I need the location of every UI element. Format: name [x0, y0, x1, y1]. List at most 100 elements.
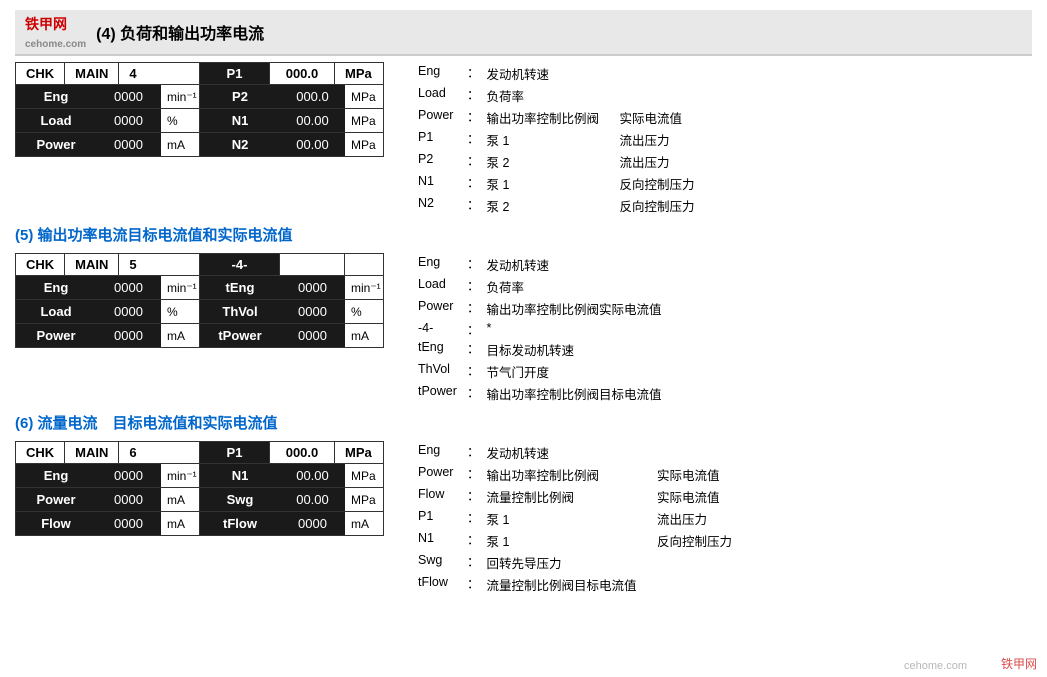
- legend6-key: N1: [414, 529, 464, 551]
- legend6-key: Flow: [414, 485, 464, 507]
- legend5-key: tPower: [414, 382, 464, 404]
- section5-title: (5) 输出功率电流目标电流值和实际电流值: [15, 224, 1032, 245]
- section6-legend: Eng：发动机转速 Power：输出功率控制比例阀 实际电流值 Flow：流量控…: [414, 441, 736, 595]
- chk6-label: CHK: [16, 442, 65, 463]
- eng5-value: 0000: [96, 276, 161, 299]
- page-title: (4) 负荷和输出功率电流: [96, 20, 264, 44]
- n2-unit: MPa: [345, 134, 383, 156]
- num-label: 4: [119, 63, 146, 84]
- legend6-key: Eng: [414, 441, 464, 463]
- tpower5-value: 0000: [280, 324, 345, 347]
- num6-label: 6: [119, 442, 146, 463]
- thvol5-unit: %: [345, 301, 383, 323]
- section6-title: (6) 流量电流 目标电流值和实际电流值: [15, 412, 1032, 433]
- eng6-value: 0000: [96, 464, 161, 487]
- load5-value: 0000: [96, 300, 161, 323]
- dash4-unit-header: [345, 254, 365, 275]
- p1-6-unit-header: MPa: [335, 442, 382, 463]
- n1-unit: MPa: [345, 110, 383, 132]
- teng5-label: tEng: [200, 276, 280, 299]
- flow6-value: 0000: [96, 512, 161, 535]
- load5-label: Load: [16, 300, 96, 323]
- legend5-key: Power: [414, 297, 464, 319]
- dash4-val-header: [280, 254, 345, 275]
- thvol5-value: 0000: [280, 300, 345, 323]
- thvol5-label: ThVol: [200, 300, 280, 323]
- chk-label: CHK: [16, 63, 65, 84]
- legend-key: Eng: [414, 62, 464, 84]
- p1-6-header: P1: [200, 442, 270, 463]
- legend-key: Load: [414, 84, 464, 106]
- legend6-key: tFlow: [414, 573, 464, 595]
- legend5-key: Eng: [414, 253, 464, 275]
- eng-label: Eng: [16, 85, 96, 108]
- legend-key: N1: [414, 172, 464, 194]
- eng-unit: min⁻¹: [161, 86, 199, 108]
- power6-label: Power: [16, 488, 96, 511]
- flow6-label: Flow: [16, 512, 96, 535]
- section5-legend: Eng：发动机转速 Load：负荷率 Power：输出功率控制比例阀实际电流值 …: [414, 253, 674, 404]
- legend6-key: P1: [414, 507, 464, 529]
- legend6-key: Power: [414, 463, 464, 485]
- legend6-key: Swg: [414, 551, 464, 573]
- load-unit: %: [161, 110, 199, 132]
- load-value: 0000: [96, 109, 161, 132]
- load5-unit: %: [161, 301, 199, 323]
- section4-right-panel: P1 000.0 MPa P2 000.0 MPa N1 00.00 MPa: [199, 62, 384, 157]
- eng6-label: Eng: [16, 464, 96, 487]
- section5-left-panel: CHK MAIN 5 Eng 0000 min⁻¹ Load 0000 %: [15, 253, 200, 348]
- eng-value: 0000: [96, 85, 161, 108]
- tpower5-unit: mA: [345, 325, 383, 347]
- swg-6-value: 00.00: [280, 488, 345, 511]
- tflow-6-value: 0000: [280, 512, 345, 535]
- watermark-sub: cehome.com: [904, 660, 967, 672]
- power5-unit: mA: [161, 325, 199, 347]
- power-label: Power: [16, 133, 96, 156]
- n2-value: 00.00: [280, 133, 345, 156]
- chk5-label: CHK: [16, 254, 65, 275]
- power5-value: 0000: [96, 324, 161, 347]
- legend5-key: -4-: [414, 319, 464, 338]
- p2-value: 000.0: [280, 85, 345, 108]
- n2-label: N2: [200, 133, 280, 156]
- section6-left-panel: CHK MAIN 6 Eng 0000 min⁻¹ Power 0000 mA: [15, 441, 200, 536]
- p1-val-header: 000.0: [270, 63, 335, 84]
- flow6-unit: mA: [161, 513, 199, 535]
- swg-6-label: Swg: [200, 488, 280, 511]
- p1-unit-header: MPa: [335, 63, 382, 84]
- p1-6-val-header: 000.0: [270, 442, 335, 463]
- section6-right-panel: P1 000.0 MPa N1 00.00 MPa Swg 00.00 MPa: [199, 441, 384, 536]
- main-label: MAIN: [65, 63, 119, 84]
- power-unit: mA: [161, 134, 199, 156]
- legend-key: N2: [414, 194, 464, 216]
- main5-label: MAIN: [65, 254, 119, 275]
- power-value: 0000: [96, 133, 161, 156]
- legend5-key: ThVol: [414, 360, 464, 382]
- power6-unit: mA: [161, 489, 199, 511]
- legend5-key: Load: [414, 275, 464, 297]
- main6-label: MAIN: [65, 442, 119, 463]
- watermark-logo: 铁甲网: [1001, 655, 1037, 672]
- eng5-unit: min⁻¹: [161, 277, 199, 299]
- n1-6-value: 00.00: [280, 464, 345, 487]
- legend5-key: tEng: [414, 338, 464, 360]
- p2-unit: MPa: [345, 86, 383, 108]
- swg-6-unit: MPa: [345, 489, 383, 511]
- section4-left-panel: CHK MAIN 4 Eng 0000 min⁻¹ Load 0000 %: [15, 62, 200, 157]
- logo: 铁甲网cehome.com: [25, 14, 86, 50]
- eng5-label: Eng: [16, 276, 96, 299]
- p2-label: P2: [200, 85, 280, 108]
- eng6-unit: min⁻¹: [161, 465, 199, 487]
- section5-right-panel: -4- tEng 0000 min⁻¹ ThVol 0000 %: [199, 253, 384, 348]
- p1-header: P1: [200, 63, 270, 84]
- legend-key: P2: [414, 150, 464, 172]
- legend-key: P1: [414, 128, 464, 150]
- legend-key: Power: [414, 106, 464, 128]
- tflow-6-label: tFlow: [200, 512, 280, 535]
- tpower5-label: tPower: [200, 324, 280, 347]
- dash4-header: -4-: [200, 254, 280, 275]
- teng5-unit: min⁻¹: [345, 277, 383, 299]
- power6-value: 0000: [96, 488, 161, 511]
- n1-value: 00.00: [280, 109, 345, 132]
- n1-6-unit: MPa: [345, 465, 383, 487]
